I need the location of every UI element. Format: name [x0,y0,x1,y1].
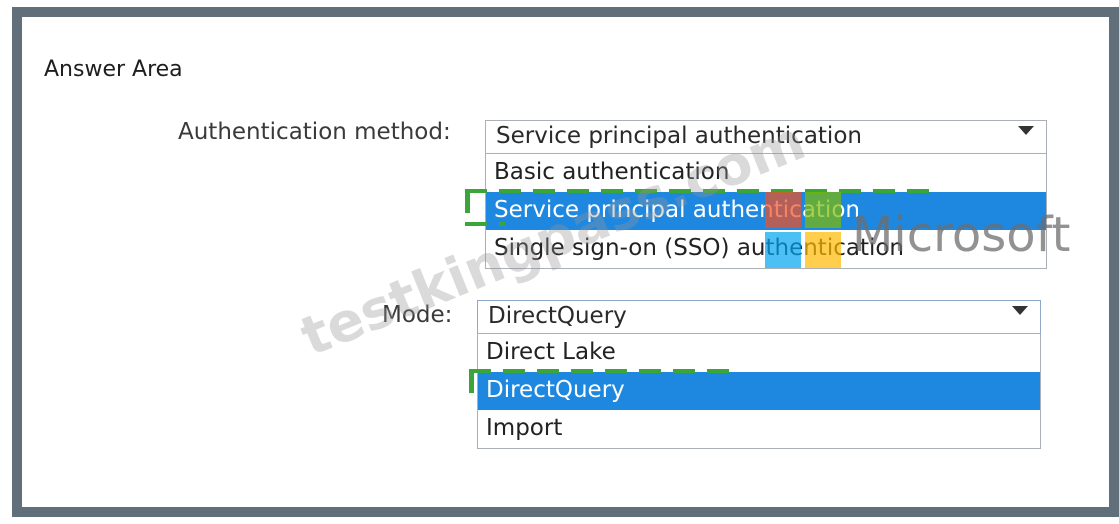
option-single-sign-on-authentication[interactable]: Single sign-on (SSO) authentication [486,230,1046,268]
answer-area-title: Answer Area [44,57,183,82]
answer-marker-top [465,189,935,193]
authentication-method-select[interactable]: Service principal authentication [485,120,1047,154]
authentication-selected-value: Service principal authentication [496,123,862,149]
answer-marker-bottom [465,222,505,226]
option-service-principal-authentication[interactable]: Service principal authentication [486,192,1046,230]
option-basic-authentication[interactable]: Basic authentication [486,154,1046,192]
option-directquery[interactable]: DirectQuery [478,372,1040,410]
mode-selected-value: DirectQuery [488,303,627,329]
answer-marker-top [469,369,729,373]
option-import[interactable]: Import [478,410,1040,448]
authentication-method-label: Authentication method: [178,119,451,145]
mode-select[interactable]: DirectQuery [477,300,1041,334]
window-frame: Answer Area Authentication method: Servi… [12,7,1119,517]
mode-label: Mode: [382,302,453,328]
mode-dropdown: Direct Lake DirectQuery Import [477,333,1041,449]
authentication-method-dropdown: Basic authentication Service principal a… [485,153,1047,269]
option-direct-lake[interactable]: Direct Lake [478,334,1040,372]
chevron-down-icon[interactable] [1012,306,1028,315]
chevron-down-icon[interactable] [1018,126,1034,135]
answer-panel: Answer Area Authentication method: Servi… [22,17,1109,507]
